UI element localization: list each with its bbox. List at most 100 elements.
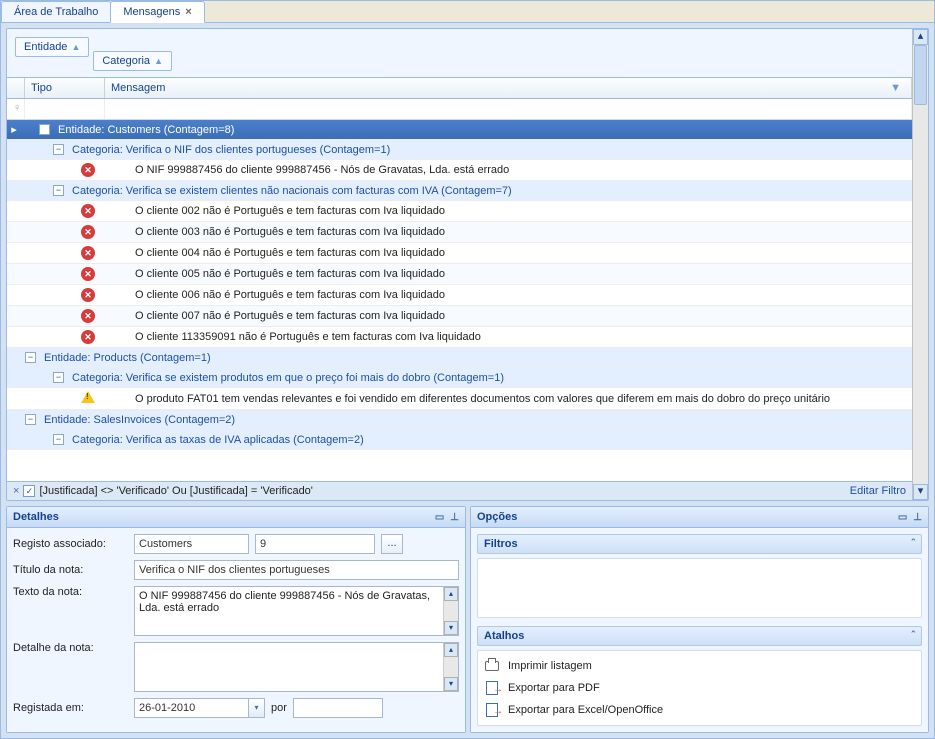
- collapse-icon[interactable]: ˆ: [911, 538, 915, 550]
- filter-checkbox[interactable]: ✓: [23, 485, 35, 497]
- tab-label: Área de Trabalho: [14, 6, 98, 18]
- por-input[interactable]: [293, 698, 383, 718]
- textarea-scrollbar[interactable]: ▴▾: [443, 643, 458, 691]
- shortcut-item[interactable]: Imprimir listagem: [482, 655, 917, 677]
- titulo-input[interactable]: [134, 560, 459, 580]
- registada-date-picker[interactable]: ▾: [134, 698, 265, 718]
- collapse-icon[interactable]: −: [25, 414, 36, 425]
- dropdown-icon[interactable]: ▾: [249, 698, 265, 718]
- data-row[interactable]: ✕O NIF 999887456 do cliente 999887456 - …: [7, 160, 912, 181]
- subheader-label: Atalhos: [484, 630, 524, 642]
- error-icon: ✕: [81, 246, 95, 260]
- lookup-button[interactable]: ...: [381, 534, 403, 554]
- filter-tipo[interactable]: [25, 99, 105, 119]
- filter-expression: [Justificada] <> 'Verificado' Ou [Justif…: [39, 485, 312, 497]
- data-row[interactable]: ✕O cliente 005 não é Português e tem fac…: [7, 264, 912, 285]
- shortcut-item[interactable]: Exportar para PDF: [482, 677, 917, 699]
- header-label: Mensagem: [111, 82, 165, 94]
- details-body: Registo associado: ... Título da nota: T…: [7, 528, 465, 732]
- group-chip-categoria[interactable]: Categoria ▲: [93, 51, 172, 71]
- collapse-icon[interactable]: −: [39, 124, 50, 135]
- row-text: Entidade: SalesInvoices (Contagem=2): [44, 414, 235, 426]
- row-text: Entidade: Products (Contagem=1): [44, 352, 211, 364]
- filter-exp[interactable]: ♀: [7, 99, 25, 119]
- expand-col[interactable]: [7, 78, 25, 98]
- row-text: O cliente 002 não é Português e tem fact…: [135, 205, 445, 217]
- col-mensagem[interactable]: Mensagem ▼: [105, 78, 912, 98]
- grid-body: ▸−Entidade: Customers (Contagem=8)−Categ…: [7, 120, 912, 481]
- scrollbar[interactable]: ▴ ▾: [912, 29, 928, 500]
- data-row[interactable]: ✕O cliente 007 não é Português e tem fac…: [7, 306, 912, 327]
- collapse-icon[interactable]: −: [53, 144, 64, 155]
- row-text: O cliente 006 não é Português e tem fact…: [135, 289, 445, 301]
- sort-up-icon: ▲: [154, 56, 163, 66]
- col-tipo[interactable]: Tipo: [25, 78, 105, 98]
- row-text: Categoria: Verifica se existem clientes …: [72, 185, 512, 197]
- filtros-body: [477, 558, 922, 618]
- detalhe-textarea[interactable]: ▴▾: [134, 642, 459, 692]
- tab-workspace[interactable]: Área de Trabalho: [1, 1, 111, 22]
- scroll-down-icon[interactable]: ▾: [913, 484, 928, 500]
- group-by-chips: Entidade▲ Categoria ▲: [7, 29, 912, 71]
- maximize-icon[interactable]: ▭: [898, 512, 907, 523]
- data-row[interactable]: ✕ O cliente 003 não é Português e tem fac…: [7, 222, 912, 243]
- group-chip-entidade[interactable]: Entidade▲: [15, 37, 89, 57]
- data-row[interactable]: ✕O cliente 113359091 não é Português e t…: [7, 327, 912, 348]
- subheader-label: Filtros: [484, 538, 518, 550]
- pin-icon[interactable]: ⊥: [913, 512, 922, 523]
- titulo-label: Título da nota:: [13, 564, 128, 576]
- data-row[interactable]: ✕ O cliente 006 não é Português e tem fac…: [7, 285, 912, 306]
- filter-close-icon[interactable]: ×: [13, 485, 19, 497]
- pin-icon[interactable]: ⊥: [450, 512, 459, 523]
- error-icon: ✕: [81, 288, 95, 302]
- data-row[interactable]: ✕O cliente 002 não é Português e tem fac…: [7, 201, 912, 222]
- atalhos-body: Imprimir listagemExportar para PDF Export…: [477, 650, 922, 726]
- options-header: Opções ▭⊥: [471, 507, 928, 528]
- scroll-up-icon[interactable]: ▴: [913, 29, 928, 45]
- row-text: O cliente 113359091 não é Português e te…: [135, 331, 481, 343]
- collapse-icon[interactable]: ˆ: [911, 630, 915, 642]
- details-header: Detalhes ▭⊥: [7, 507, 465, 528]
- texto-textarea[interactable]: O NIF 999887456 do cliente 999887456 - N…: [134, 586, 459, 636]
- shortcut-item[interactable]: Exportar para Excel/OpenOffice: [482, 699, 917, 721]
- registada-date-input[interactable]: [134, 698, 249, 718]
- shortcut-label: Exportar para Excel/OpenOffice: [508, 704, 663, 716]
- export-icon: [484, 702, 500, 718]
- collapse-icon[interactable]: −: [53, 434, 64, 445]
- collapse-icon[interactable]: −: [53, 185, 64, 196]
- atalhos-subheader[interactable]: Atalhos ˆ: [477, 626, 922, 646]
- registo-label: Registo associado:: [13, 538, 128, 550]
- registo-entity-input[interactable]: [134, 534, 249, 554]
- group-row[interactable]: −Entidade: SalesInvoices (Contagem=2): [7, 410, 912, 430]
- texto-label: Texto da nota:: [13, 586, 128, 598]
- header-label: Tipo: [31, 82, 52, 94]
- group-row[interactable]: −Categoria: Verifica o NIF dos clientes …: [7, 140, 912, 160]
- textarea-scrollbar[interactable]: ▴▾: [443, 587, 458, 635]
- data-row[interactable]: O produto FAT01 tem vendas relevantes e …: [7, 388, 912, 410]
- group-row[interactable]: −Categoria: Verifica as taxas de IVA apl…: [7, 430, 912, 450]
- scroll-thumb[interactable]: [914, 45, 927, 105]
- filtros-subheader[interactable]: Filtros ˆ: [477, 534, 922, 554]
- row-text: O cliente 003 não é Português e tem fact…: [135, 226, 445, 238]
- group-row[interactable]: −Categoria: Verifica se existem produtos…: [7, 368, 912, 388]
- detalhe-label: Detalhe da nota:: [13, 642, 128, 654]
- maximize-icon[interactable]: ▭: [435, 512, 444, 523]
- error-icon: ✕: [81, 225, 95, 239]
- group-row[interactable]: −Entidade: Products (Contagem=1): [7, 348, 912, 368]
- registo-id-input[interactable]: [255, 534, 375, 554]
- close-icon[interactable]: ×: [185, 6, 191, 18]
- row-text: O produto FAT01 tem vendas relevantes e …: [135, 393, 830, 405]
- collapse-icon[interactable]: −: [25, 352, 36, 363]
- filter-icon[interactable]: ▼: [890, 82, 905, 94]
- row-text: O cliente 004 não é Português e tem fact…: [135, 247, 445, 259]
- group-row[interactable]: ▸−Entidade: Customers (Contagem=8): [7, 120, 912, 140]
- row-text: Categoria: Verifica o NIF dos clientes p…: [72, 144, 390, 156]
- collapse-icon[interactable]: −: [53, 372, 64, 383]
- tab-messages[interactable]: Mensagens ×: [110, 1, 204, 23]
- chip-label: Categoria: [102, 55, 150, 67]
- filter-expression-bar: × ✓ [Justificada] <> 'Verificado' Ou [Ju…: [7, 481, 912, 500]
- data-row[interactable]: ✕ O cliente 004 não é Português e tem fac…: [7, 243, 912, 264]
- filter-msg[interactable]: [105, 99, 912, 119]
- group-row[interactable]: −Categoria: Verifica se existem clientes…: [7, 181, 912, 201]
- edit-filter-link[interactable]: Editar Filtro: [850, 485, 906, 497]
